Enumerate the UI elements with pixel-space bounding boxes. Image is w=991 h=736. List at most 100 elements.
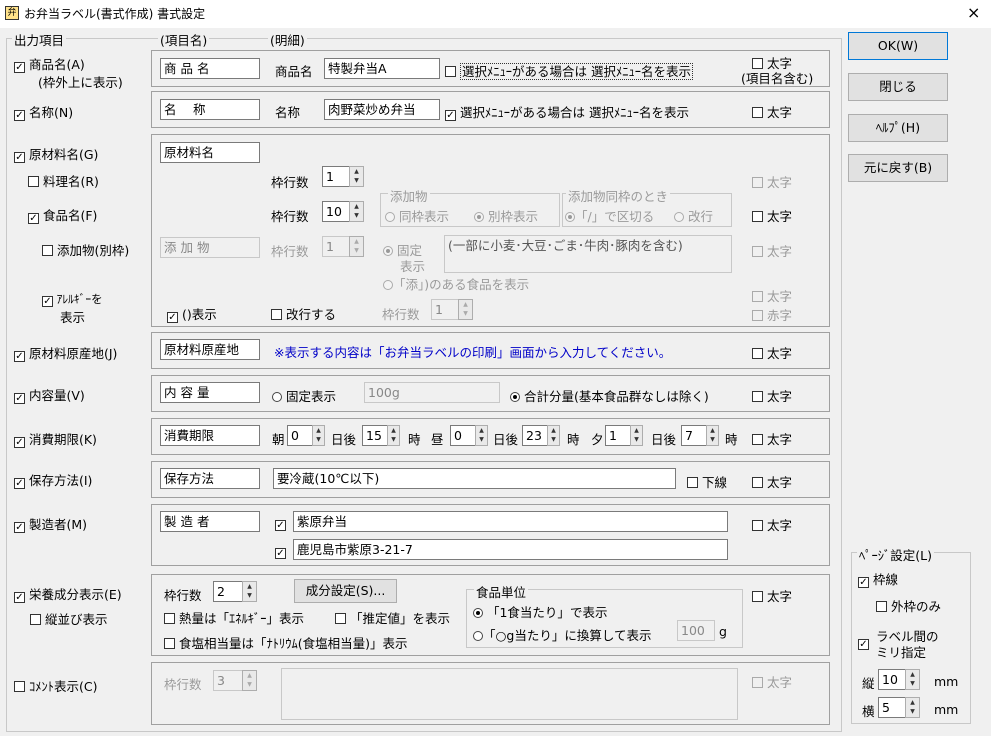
label-mm-label2: ミリ指定: [876, 645, 927, 660]
spin-updown-icon[interactable]: ▲ ▼: [312, 425, 325, 446]
seizo-addr-checkbox[interactable]: ✓: [275, 543, 286, 559]
reset-button[interactable]: 元に戻す(B): [848, 154, 948, 182]
kaigyo-suru-checkbox[interactable]: 改行する: [271, 304, 336, 323]
meisho-menu-label: 選択ﾒﾆｭｰがある場合は 選択ﾒﾆｭｰ名を表示: [459, 105, 689, 120]
tenka-item-field[interactable]: 添 加 物: [160, 237, 260, 258]
spin-updown-icon[interactable]: ▲ ▼: [242, 670, 257, 691]
naiyo-fixed-radio[interactable]: 固定表示: [272, 386, 336, 405]
ok-button[interactable]: OK(W): [848, 32, 948, 60]
allergy-checkbox[interactable]: ✓ ｱﾚﾙｷﾞｰを: [42, 291, 103, 307]
spin-updown-icon[interactable]: ▲ ▼: [242, 581, 257, 602]
hiru-nichigo-label: 日後: [493, 432, 519, 447]
spin-updown-icon[interactable]: ▲ ▼: [905, 669, 920, 690]
netsu-checkbox[interactable]: 熱量は「ｴﾈﾙｷﾞｰ」表示: [164, 608, 304, 627]
close-button[interactable]: 閉じる: [848, 73, 948, 101]
naiyo-item-field[interactable]: 内 容 量: [160, 382, 260, 403]
seizo-name-checkbox[interactable]: ✓: [275, 515, 286, 531]
allergy-text-area[interactable]: (一部に小麦･大豆･ごま･牛肉･豚肉を含む): [444, 235, 732, 273]
seizo-bold-checkbox[interactable]: 太字: [752, 515, 792, 534]
meisho-bold-checkbox[interactable]: 太字: [752, 102, 792, 121]
paren-checkbox[interactable]: ✓ ()表示: [167, 304, 217, 323]
wakusen-checkbox[interactable]: ✓ 枠線: [858, 569, 898, 588]
shohi-checkbox[interactable]: ✓ 消費期限(K): [14, 429, 97, 448]
allergy-label: ｱﾚﾙｷﾞｰを: [56, 292, 103, 306]
seizo-item-field[interactable]: 製 造 者: [160, 511, 260, 532]
allergy-red-checkbox[interactable]: 赤字: [752, 305, 792, 324]
shohin-checkbox[interactable]: ✓ 商品名(A): [14, 54, 85, 73]
eiyo-tate-checkbox[interactable]: 縦並び表示: [30, 609, 108, 628]
gensan-bold-label: 太字: [766, 346, 792, 361]
slash-radio[interactable]: 「/」で区切る: [565, 206, 654, 225]
tenka-bold-checkbox[interactable]: 太字: [752, 241, 792, 260]
genzai-item-field[interactable]: 原材料名: [160, 142, 260, 163]
perg-field[interactable]: 100: [677, 620, 715, 641]
spin-updown-icon[interactable]: ▲ ▼: [547, 425, 560, 446]
seizo-name-field[interactable]: 紫原弁当: [293, 511, 728, 532]
ryori-bold-checkbox[interactable]: 太字: [752, 172, 792, 191]
seizo-checkbox[interactable]: ✓ 製造者(M): [14, 514, 87, 533]
meisho-menu-checkbox[interactable]: ✓ 選択ﾒﾆｭｰがある場合は 選択ﾒﾆｭｰ名を表示: [445, 102, 689, 121]
gensan-bold-checkbox[interactable]: 太字: [752, 343, 792, 362]
naiyo-checkbox[interactable]: ✓ 内容量(V): [14, 385, 85, 404]
genzai-checkbox[interactable]: ✓ 原材料名(G): [14, 144, 98, 163]
spin-updown-icon[interactable]: ▲ ▼: [387, 425, 400, 446]
shohi-bold-label: 太字: [766, 432, 792, 447]
help-button[interactable]: ﾍﾙﾌﾟ(H): [848, 114, 948, 142]
hozon-value-field[interactable]: 要冷蔵(10℃以下): [273, 468, 676, 489]
hozon-bold-checkbox[interactable]: 太字: [752, 472, 792, 491]
allergy-bold-checkbox[interactable]: 太字: [752, 286, 792, 305]
spin-updown-icon[interactable]: ▲ ▼: [458, 299, 473, 320]
spin-updown-icon[interactable]: ▲ ▼: [349, 236, 364, 257]
meisho-item-field[interactable]: 名 称: [160, 99, 260, 120]
shohin-label: 商品名(A): [28, 57, 85, 72]
spin-updown-icon[interactable]: ▲ ▼: [905, 697, 920, 718]
sotowaku-checkbox[interactable]: 外枠のみ: [876, 596, 941, 615]
gensan-checkbox[interactable]: ✓ 原材料原産地(J): [14, 343, 117, 362]
soe-radio[interactable]: 「添」)のある食品を表示: [383, 274, 529, 293]
shohin-item-field[interactable]: 商 品 名: [160, 58, 260, 79]
comment-text-area[interactable]: [281, 668, 738, 720]
tenka-sep-radio[interactable]: 別枠表示: [474, 206, 538, 225]
eiyo-checkbox[interactable]: ✓ 栄養成分表示(E): [14, 584, 122, 603]
eiyo-bold-checkbox[interactable]: 太字: [752, 586, 792, 605]
tenka-same-radio[interactable]: 同枠表示: [385, 206, 449, 225]
label-mm-checkbox[interactable]: ✓: [858, 634, 869, 650]
spin-updown-icon[interactable]: ▲ ▼: [630, 425, 643, 446]
gensan-item-field[interactable]: 原材料原産地: [160, 339, 260, 360]
kaigyo-radio[interactable]: 改行: [674, 206, 713, 225]
hozon-item-field[interactable]: 保存方法: [160, 468, 260, 489]
perg-radio[interactable]: 「○g当たり」に換算して表示: [473, 625, 651, 644]
shohin-bold-sublabel: (項目名含む): [741, 71, 814, 86]
naiyo-fixed-field[interactable]: 100g: [364, 382, 500, 403]
spin-updown-icon[interactable]: ▲ ▼: [349, 166, 364, 187]
shokuhin-bold-checkbox[interactable]: 太字: [752, 206, 792, 225]
perg-unit: g: [719, 624, 727, 639]
per1-radio[interactable]: 「1食当たり」で表示: [473, 602, 607, 621]
spin-updown-icon[interactable]: ▲ ▼: [349, 201, 364, 222]
shoku-checkbox[interactable]: 食塩相当量は「ﾅﾄﾘｳﾑ(食塩相当量)」表示: [164, 633, 408, 652]
tenka-checkbox[interactable]: 添加物(別枠): [42, 240, 129, 259]
ryori-checkbox[interactable]: 料理名(R): [28, 171, 99, 190]
meisho-checkbox[interactable]: ✓ 名称(N): [14, 102, 73, 121]
comment-checkbox[interactable]: ｺﾒﾝﾄ表示(C): [14, 676, 97, 695]
spin-updown-icon[interactable]: ▲ ▼: [475, 425, 488, 446]
spin-updown-icon[interactable]: ▲ ▼: [706, 425, 719, 446]
app-icon: 弁: [5, 6, 19, 20]
close-icon[interactable]: ×: [967, 3, 980, 22]
suitei-checkbox[interactable]: 「推定値」を表示: [335, 608, 450, 627]
shohi-bold-checkbox[interactable]: 太字: [752, 429, 792, 448]
meisho-value-field[interactable]: 肉野菜炒め弁当: [324, 99, 440, 120]
naiyo-total-radio[interactable]: 合計分量(基本食品群なしは除く): [510, 386, 709, 405]
shohin-value-field[interactable]: 特製弁当A: [324, 58, 440, 79]
naiyo-bold-checkbox[interactable]: 太字: [752, 386, 792, 405]
hozon-underline-checkbox[interactable]: 下線: [687, 472, 727, 491]
shohin-menu-checkbox[interactable]: 選択ﾒﾆｭｰがある場合は 選択ﾒﾆｭｰ名を表示: [445, 61, 693, 80]
shokuhin-checkbox[interactable]: ✓ 食品名(F): [28, 205, 97, 224]
shohi-item-field[interactable]: 消費期限: [160, 425, 260, 446]
seizo-addr-field[interactable]: 鹿児島市紫原3-21-7: [293, 539, 728, 560]
shoku-label: 食塩相当量は「ﾅﾄﾘｳﾑ(食塩相当量)」表示: [178, 636, 408, 651]
asa-ji-label: 時: [408, 432, 421, 447]
seibun-settings-button[interactable]: 成分設定(S)...: [294, 579, 397, 603]
hozon-checkbox[interactable]: ✓ 保存方法(I): [14, 470, 92, 489]
comment-bold-checkbox[interactable]: 太字: [752, 672, 792, 691]
